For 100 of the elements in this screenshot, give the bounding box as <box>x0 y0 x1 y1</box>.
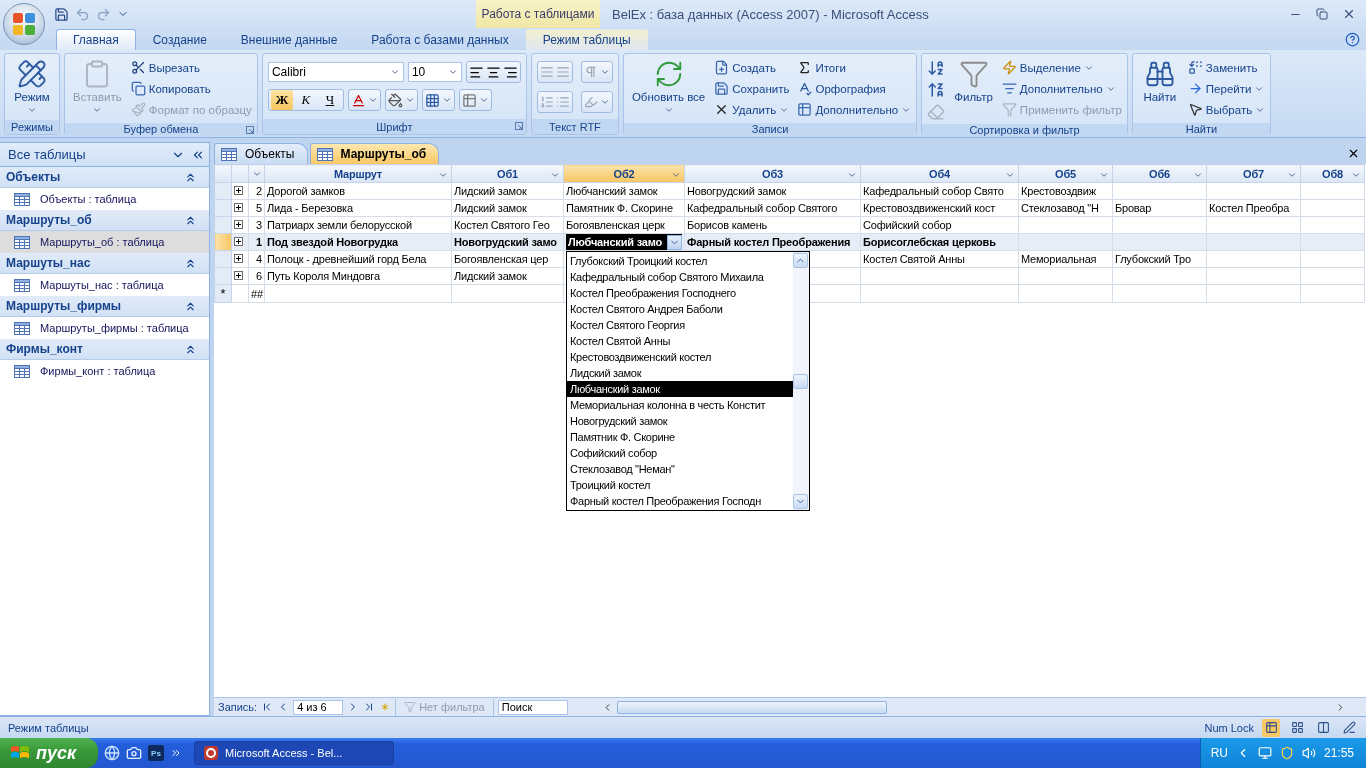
dropdown-item[interactable]: Любчанский замок <box>567 381 793 397</box>
column-header[interactable]: Об8 <box>1300 164 1365 183</box>
taskbar-button[interactable]: Microsoft Access - Bel... <box>194 741 394 765</box>
column-header[interactable]: Об1 <box>451 164 564 183</box>
ribbon-button[interactable]: Сохранить <box>714 78 790 99</box>
ribbon-button[interactable]: Создать <box>714 57 790 78</box>
ribbon-button[interactable]: Копировать <box>130 78 252 99</box>
table-icon <box>221 147 237 161</box>
save-icon[interactable] <box>54 6 69 22</box>
dialog-launcher-icon[interactable] <box>245 126 254 134</box>
design-view-button[interactable] <box>1340 718 1358 737</box>
restore-icon[interactable] <box>1316 8 1328 20</box>
caret-icon <box>367 95 378 105</box>
search-field[interactable]: Поиск <box>497 699 568 715</box>
combo-field[interactable]: Любчанский замо <box>566 234 682 250</box>
replace-icon <box>1187 60 1203 75</box>
ribbon-button[interactable]: Найти <box>1137 57 1182 105</box>
app-icon[interactable]: Ps <box>148 745 164 761</box>
ribbon-button[interactable]: Обновить все <box>628 57 709 117</box>
column-header[interactable]: Об4 <box>860 164 1019 183</box>
column-header[interactable]: Об2 <box>563 164 685 183</box>
ribbon-button[interactable]: Дополнительно <box>1001 78 1122 99</box>
column-header[interactable]: Об6 <box>1112 164 1207 183</box>
start-button[interactable]: пуск <box>0 738 98 768</box>
ribbon-tab[interactable]: Создание <box>135 29 224 50</box>
more-icon[interactable] <box>170 747 182 759</box>
ribbon-button[interactable]: Перейти <box>1187 78 1266 99</box>
expand-icon[interactable] <box>234 254 243 263</box>
table-icon[interactable] <box>461 92 477 108</box>
table-icon <box>797 102 813 117</box>
ribbon-button[interactable]: Орфография <box>797 78 912 99</box>
copy-icon <box>130 81 146 96</box>
close-icon[interactable] <box>1347 147 1360 160</box>
caret-icon <box>441 95 452 105</box>
highlighter-icon[interactable] <box>583 95 598 109</box>
filter-icon <box>958 59 989 89</box>
sort-descending-icon[interactable] <box>927 81 946 99</box>
expand-icon[interactable] <box>234 220 243 229</box>
ribbon-button[interactable]: Дополнительно <box>797 99 912 120</box>
dialog-launcher-icon[interactable] <box>514 122 523 130</box>
caret-icon <box>599 97 610 107</box>
scroll-thumb[interactable] <box>793 373 808 389</box>
align-right-icon[interactable] <box>502 64 518 80</box>
shield-icon[interactable] <box>1279 746 1294 760</box>
record-position-field[interactable]: 4 из 6 <box>293 699 344 715</box>
caret-icon <box>663 105 674 115</box>
caret-icon <box>389 67 400 77</box>
ribbon-button[interactable]: Удалить <box>714 99 790 120</box>
column-header[interactable]: Об7 <box>1206 164 1301 183</box>
undo-icon[interactable] <box>75 6 90 22</box>
column-header[interactable]: Об5 <box>1018 164 1113 183</box>
format-button[interactable]: К <box>294 90 317 110</box>
paragraph-icon[interactable] <box>583 65 598 79</box>
vertical-scrollbar[interactable] <box>793 252 809 510</box>
ribbon-button[interactable]: Выбрать <box>1187 99 1266 120</box>
column-header[interactable]: Об3 <box>684 164 861 183</box>
ribbon-button[interactable]: Выделение <box>1001 57 1122 78</box>
datasheet-view-button[interactable] <box>1262 718 1280 737</box>
numbered-list-icon[interactable] <box>539 95 554 109</box>
speaker-icon[interactable] <box>1301 746 1316 760</box>
document-tab[interactable]: Объекты <box>214 143 308 164</box>
font-name-field[interactable]: Calibri <box>267 62 404 82</box>
column-header[interactable]: Маршрут <box>264 164 452 183</box>
ribbon-tab[interactable]: Главная <box>56 29 136 50</box>
caret-icon <box>847 170 857 180</box>
ribbon-button[interactable]: Режим <box>10 57 54 117</box>
align-left-icon[interactable] <box>468 64 484 80</box>
gridlines-icon[interactable] <box>424 92 440 108</box>
expand-icon[interactable] <box>234 271 243 280</box>
caret-icon <box>1287 170 1297 180</box>
ribbon-tab[interactable]: Режим таблицы <box>525 29 648 50</box>
ribbon-button[interactable]: Итоги <box>797 57 912 78</box>
expand-icon[interactable] <box>234 237 243 246</box>
caret-icon <box>1099 170 1109 180</box>
ribbon-button[interactable]: Вырезать <box>130 57 252 78</box>
globe-icon[interactable] <box>104 745 120 761</box>
font-size-field[interactable]: 10 <box>407 62 462 82</box>
nav-item[interactable]: Маршруты_об : таблица <box>0 231 209 253</box>
redo-icon[interactable] <box>96 6 111 22</box>
font-color-icon[interactable] <box>350 92 366 108</box>
document-tab[interactable]: Маршруты_об <box>309 143 440 164</box>
ribbon-button[interactable]: Заменить <box>1187 57 1266 78</box>
format-button[interactable]: Ж <box>270 90 293 110</box>
ribbon-tab[interactable]: Внешние данные <box>223 29 355 50</box>
scroll-thumb[interactable] <box>616 700 887 714</box>
help-icon[interactable] <box>1345 32 1360 47</box>
office-button[interactable] <box>3 3 45 45</box>
expand-icon[interactable] <box>234 186 243 195</box>
close-icon[interactable] <box>1342 7 1356 21</box>
sort-ascending-icon[interactable] <box>927 59 946 77</box>
camera-icon[interactable] <box>126 745 142 761</box>
format-button[interactable]: Ч <box>318 90 341 110</box>
ribbon-tab[interactable]: Работа с базами данных <box>354 29 526 50</box>
align-center-icon[interactable] <box>485 64 501 80</box>
ribbon-button[interactable]: Фильтр <box>951 57 996 105</box>
nav-group-title[interactable]: Объекты <box>6 170 61 184</box>
expand-icon[interactable] <box>234 203 243 212</box>
group-label: Найти <box>1185 123 1218 135</box>
network-icon[interactable] <box>1257 746 1272 760</box>
fill-color-icon[interactable] <box>387 92 403 108</box>
